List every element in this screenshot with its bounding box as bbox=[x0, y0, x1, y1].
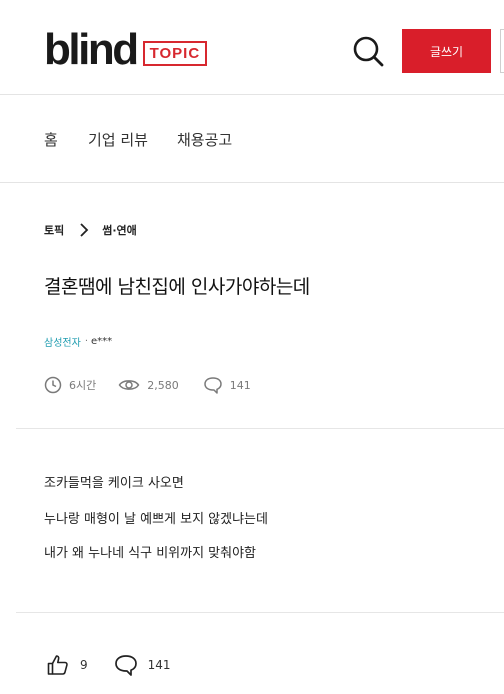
breadcrumb-category-link[interactable]: 썸·연애 bbox=[102, 222, 137, 238]
nav-item-home[interactable]: 홈 bbox=[44, 129, 58, 150]
like-button[interactable]: 9 bbox=[46, 653, 88, 677]
search-button[interactable] bbox=[350, 33, 386, 69]
nav-item-company-reviews[interactable]: 기업 리뷰 bbox=[88, 129, 148, 150]
blind-logo[interactable]: blind TOPIC bbox=[44, 25, 208, 74]
author-separator: · bbox=[84, 336, 88, 347]
meta-comments-text: 141 bbox=[229, 378, 251, 392]
comment-button[interactable]: 141 bbox=[114, 654, 171, 676]
like-count: 9 bbox=[80, 658, 88, 672]
comment-icon bbox=[204, 377, 222, 394]
post-author: 삼성전자 · e*** bbox=[44, 334, 112, 349]
post-title: 결혼땜에 남친집에 인사가야하는데 bbox=[44, 276, 310, 298]
thumbs-up-icon bbox=[47, 655, 68, 675]
breadcrumb: 토픽 썸·연애 bbox=[44, 222, 137, 238]
post-actions: 9 141 bbox=[46, 653, 171, 677]
nav-item-jobs[interactable]: 채용공고 bbox=[177, 129, 232, 150]
comment-count: 141 bbox=[147, 658, 171, 672]
post-body-line: 누나랑 매형이 날 예쁘게 보지 않겠냐는데 bbox=[44, 512, 268, 527]
post-body-line: 내가 왜 누나네 식구 비위까지 맞춰야함 bbox=[44, 546, 257, 561]
write-post-button[interactable]: 글쓰기 bbox=[402, 29, 491, 73]
meta-views: 2,580 bbox=[118, 377, 179, 393]
search-icon bbox=[353, 36, 384, 67]
header: blind TOPIC 글쓰기 bbox=[0, 0, 504, 95]
comment-icon bbox=[114, 655, 137, 676]
author-company[interactable]: 삼성전자 bbox=[44, 334, 81, 349]
main-nav: 홈 기업 리뷰 채용공고 bbox=[0, 95, 504, 183]
author-name: e*** bbox=[91, 336, 113, 347]
logo-topic-badge: TOPIC bbox=[142, 40, 208, 66]
breadcrumb-topic-link[interactable]: 토픽 bbox=[44, 222, 64, 238]
post-body-line: 조카들먹을 케이크 사오면 bbox=[44, 476, 184, 491]
divider-bottom bbox=[16, 612, 504, 613]
logo-wordmark: blind bbox=[44, 25, 139, 74]
eye-icon bbox=[118, 380, 140, 390]
chevron-right-icon bbox=[80, 223, 89, 237]
meta-time: 6시간 bbox=[44, 376, 96, 394]
meta-comments: 141 bbox=[203, 376, 251, 394]
header-edge-button[interactable] bbox=[500, 29, 504, 73]
divider-top bbox=[16, 428, 504, 429]
page: blind TOPIC 글쓰기 홈 기업 리뷰 채용공고 토픽 썸·연애 결혼땜… bbox=[0, 0, 504, 694]
meta-views-text: 2,580 bbox=[147, 378, 179, 392]
clock-icon bbox=[44, 376, 62, 394]
meta-time-text: 6시간 bbox=[69, 379, 97, 392]
post-meta: 6시간 2,580 141 bbox=[44, 376, 251, 394]
